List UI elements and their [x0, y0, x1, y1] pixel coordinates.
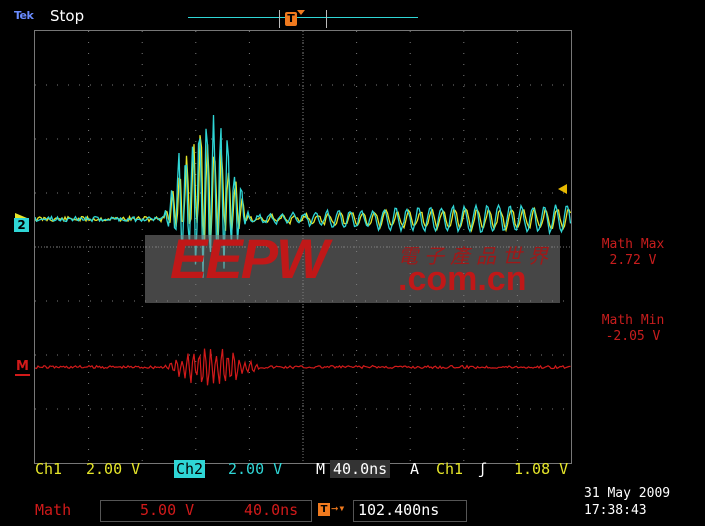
timebase-value[interactable]: 40.0ns: [330, 460, 391, 478]
trigger-position-icon: T: [285, 12, 297, 26]
ch2-level-marker[interactable]: 2: [14, 218, 29, 232]
trigger-slope-icon[interactable]: ʃ: [478, 460, 487, 478]
status-bar: Tek Stop T: [0, 0, 705, 30]
watermark-logo: EEPW: [170, 227, 329, 290]
ch2-label[interactable]: Ch2: [174, 460, 206, 478]
math-scale: 5.00 V: [140, 501, 195, 519]
ch2-scale[interactable]: 2.00 V: [228, 460, 282, 478]
math-max-value: 2.72 V: [609, 253, 657, 268]
trigger-arrow-icon: →▾: [331, 501, 346, 515]
ch1-scale[interactable]: 2.00 V: [86, 460, 140, 478]
timebase-label[interactable]: M: [316, 460, 325, 478]
brand-logo: Tek: [14, 9, 34, 22]
trigger-source[interactable]: Ch1: [436, 460, 463, 478]
trigger-position-value: 102.400ns: [358, 501, 440, 519]
trigger-mode[interactable]: A: [410, 460, 419, 478]
math-label[interactable]: Math: [35, 501, 71, 519]
math-min-label: Math Min: [601, 313, 665, 328]
acquisition-status: Stop: [50, 7, 85, 25]
math-min-value: -2.05 V: [605, 329, 661, 344]
trigger-position-icon-small: T: [318, 503, 330, 516]
math-max-label: Math Max: [601, 237, 665, 252]
expansion-point-icon: [297, 10, 305, 15]
math-level-marker[interactable]: M: [15, 360, 30, 376]
math-time: 40.0ns: [244, 501, 299, 519]
date-readout: 31 May 2009: [584, 486, 671, 501]
ch1-label[interactable]: Ch1: [35, 460, 62, 478]
trigger-level-arrow-icon[interactable]: [558, 184, 567, 194]
time-readout: 17:38:43: [584, 503, 647, 518]
watermark-chinese: 電子產品世界: [398, 244, 554, 268]
trigger-level[interactable]: 1.08 V: [514, 460, 568, 478]
